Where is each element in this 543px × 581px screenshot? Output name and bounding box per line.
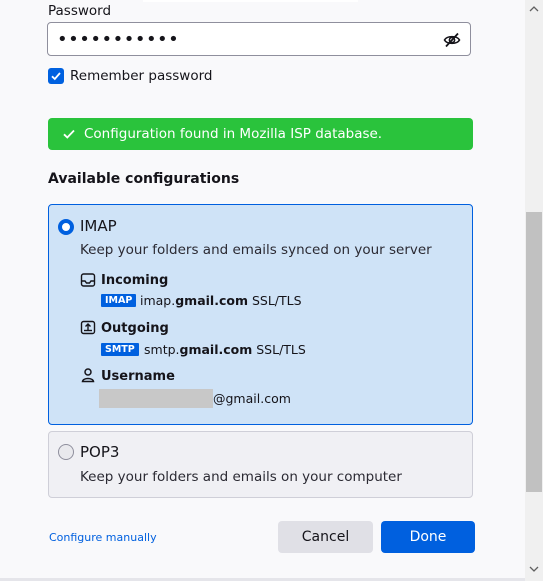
imap-description: Keep your folders and emails synced on y… <box>80 242 432 258</box>
imap-title: IMAP <box>80 217 117 235</box>
outgoing-server: smtp.gmail.com SSL/TLS <box>144 342 306 357</box>
cancel-button[interactable]: Cancel <box>278 521 373 553</box>
notice-text: Configuration found in Mozilla ISP datab… <box>84 126 383 142</box>
outbox-icon <box>80 320 96 335</box>
configure-manually-link[interactable]: Configure manually <box>49 531 157 544</box>
scrollbar-thumb[interactable] <box>526 212 542 492</box>
password-value: ••••••••••• <box>57 29 180 50</box>
imap-radio[interactable] <box>58 219 74 235</box>
outgoing-host-prefix: smtp. <box>144 342 180 357</box>
imap-option[interactable]: IMAP Keep your folders and emails synced… <box>48 204 473 425</box>
checkmark-icon <box>63 129 75 139</box>
scroll-down-arrow-icon[interactable] <box>529 566 539 573</box>
username-domain: @gmail.com <box>213 391 291 406</box>
outgoing-security: SSL/TLS <box>256 342 306 357</box>
inbox-icon <box>80 273 96 287</box>
password-label: Password <box>48 3 112 19</box>
done-button[interactable]: Done <box>381 521 475 553</box>
available-configurations-heading: Available configurations <box>48 171 240 187</box>
incoming-host-domain: gmail.com <box>175 293 248 308</box>
pop3-title: POP3 <box>80 443 120 461</box>
vertical-scrollbar[interactable] <box>525 0 543 581</box>
outgoing-protocol-badge: SMTP <box>101 343 139 356</box>
incoming-security: SSL/TLS <box>251 293 302 308</box>
checkbox-checked-icon[interactable] <box>48 68 64 84</box>
config-found-notice: Configuration found in Mozilla ISP datab… <box>48 118 473 150</box>
outgoing-host-domain: gmail.com <box>179 342 253 357</box>
account-setup-panel: Password ••••••••••• Remember password C… <box>0 0 525 581</box>
pop3-description: Keep your folders and emails on your com… <box>80 469 402 485</box>
username-label: Username <box>101 369 175 384</box>
incoming-label: Incoming <box>101 273 169 288</box>
remember-password-checkbox[interactable]: Remember password <box>48 68 213 84</box>
outgoing-label: Outgoing <box>101 321 169 336</box>
scroll-up-arrow-icon[interactable] <box>529 5 539 12</box>
eye-slash-icon[interactable] <box>443 31 461 49</box>
password-field[interactable]: ••••••••••• <box>47 22 471 56</box>
user-icon <box>81 368 95 383</box>
incoming-host-prefix: imap. <box>140 293 176 308</box>
pop3-option[interactable]: POP3 Keep your folders and emails on you… <box>48 431 473 498</box>
remember-password-label: Remember password <box>70 68 213 84</box>
pop3-radio[interactable] <box>58 444 74 460</box>
redacted-username <box>99 389 213 408</box>
tab-edge <box>143 0 358 2</box>
incoming-server: imap.gmail.com SSL/TLS <box>140 293 302 308</box>
incoming-protocol-badge: IMAP <box>101 294 137 307</box>
